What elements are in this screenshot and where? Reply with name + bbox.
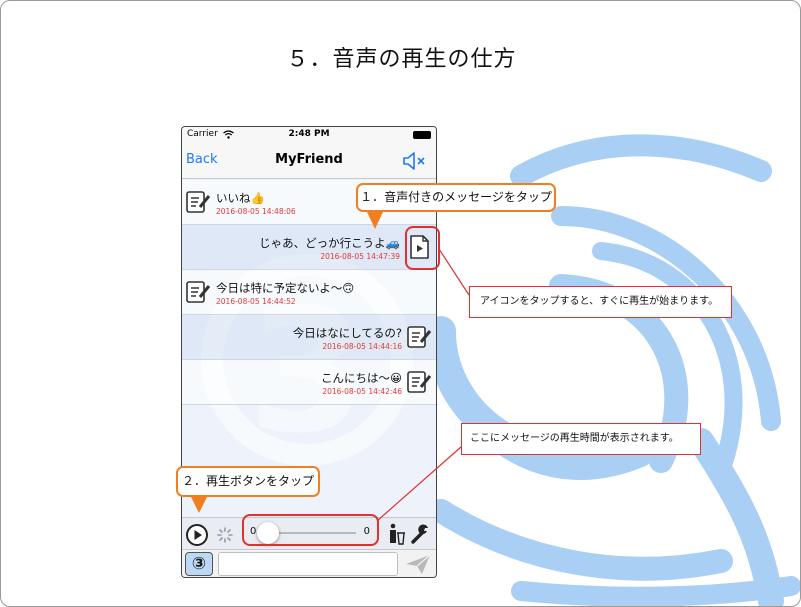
playback-slider[interactable]: 0 0	[246, 520, 376, 546]
callout-step2: ２．再生ボタンをタップ	[176, 466, 320, 497]
memo-icon[interactable]	[185, 279, 211, 305]
message-timestamp: 2016-08-05 14:47:39	[320, 252, 400, 261]
callout-step1: １．音声付きのメッセージをタップ	[356, 183, 556, 212]
input-bar: ③	[182, 549, 436, 577]
slider-thumb[interactable]	[257, 522, 279, 544]
slider-track[interactable]	[268, 532, 356, 534]
avatar[interactable]: ③	[185, 552, 213, 576]
memo-icon[interactable]	[406, 369, 432, 395]
status-time: 2:48 PM	[288, 129, 330, 139]
slide-title: ５．音声の再生の仕方	[286, 47, 517, 72]
slide: ５．音声の再生の仕方 Carrier 2:48 PM Back MyFriend	[0, 0, 801, 607]
wrench-icon[interactable]	[410, 523, 432, 545]
speaker-mute-icon[interactable]	[402, 151, 428, 171]
note-icon-tap: アイコンをタップすると、すぐに再生が始まります。	[469, 286, 732, 318]
message-text: じゃあ、どっか行こうよ🚙	[259, 236, 400, 250]
message-row-audio[interactable]: じゃあ、どっか行こうよ🚙 2016-08-05 14:47:39	[182, 225, 436, 270]
message-row[interactable]: 今日はなにしてるの? 2016-08-05 14:44:16	[182, 315, 436, 360]
memo-icon[interactable]	[185, 189, 211, 215]
player-toolbar: 0 0	[182, 517, 436, 549]
play-icon[interactable]	[185, 523, 209, 547]
message-row[interactable]: 今日は特に予定ないよ〜🙃 2016-08-05 14:44:52	[182, 270, 436, 315]
message-timestamp: 2016-08-05 14:44:52	[216, 297, 296, 306]
note-play-time: ここにメッセージの再生時間が表示されます。	[461, 423, 701, 455]
message-text: こんにちは〜😀	[321, 371, 402, 385]
message-text: いいね👍	[216, 191, 265, 205]
memo-icon[interactable]	[406, 324, 432, 350]
duration-time: 0	[363, 526, 370, 537]
message-list[interactable]: 3 いいね👍 2016-08-05 14:48:06 じゃあ、どっか行こうよ🚙 …	[182, 180, 436, 515]
message-text: 今日はなにしてるの?	[292, 326, 402, 340]
message-input[interactable]	[218, 552, 398, 576]
elapsed-time: 0	[250, 526, 257, 537]
trash-icon[interactable]	[388, 523, 406, 545]
loading-spinner-icon	[217, 527, 233, 543]
nav-title: MyFriend	[275, 152, 343, 167]
message-timestamp: 2016-08-05 14:48:06	[216, 207, 296, 216]
status-bar: Carrier 2:48 PM	[182, 127, 436, 143]
message-timestamp: 2016-08-05 14:44:16	[322, 342, 402, 351]
message-timestamp: 2016-08-05 14:42:46	[322, 387, 402, 396]
send-icon[interactable]	[404, 552, 432, 576]
audio-file-play-icon[interactable]	[406, 234, 432, 260]
nav-bar: Back MyFriend	[182, 143, 436, 179]
battery-icon	[413, 131, 431, 139]
avatar-label: ③	[191, 554, 207, 574]
message-row[interactable]: こんにちは〜😀 2016-08-05 14:42:46	[182, 360, 436, 405]
message-text: 今日は特に予定ないよ〜🙃	[216, 281, 355, 295]
